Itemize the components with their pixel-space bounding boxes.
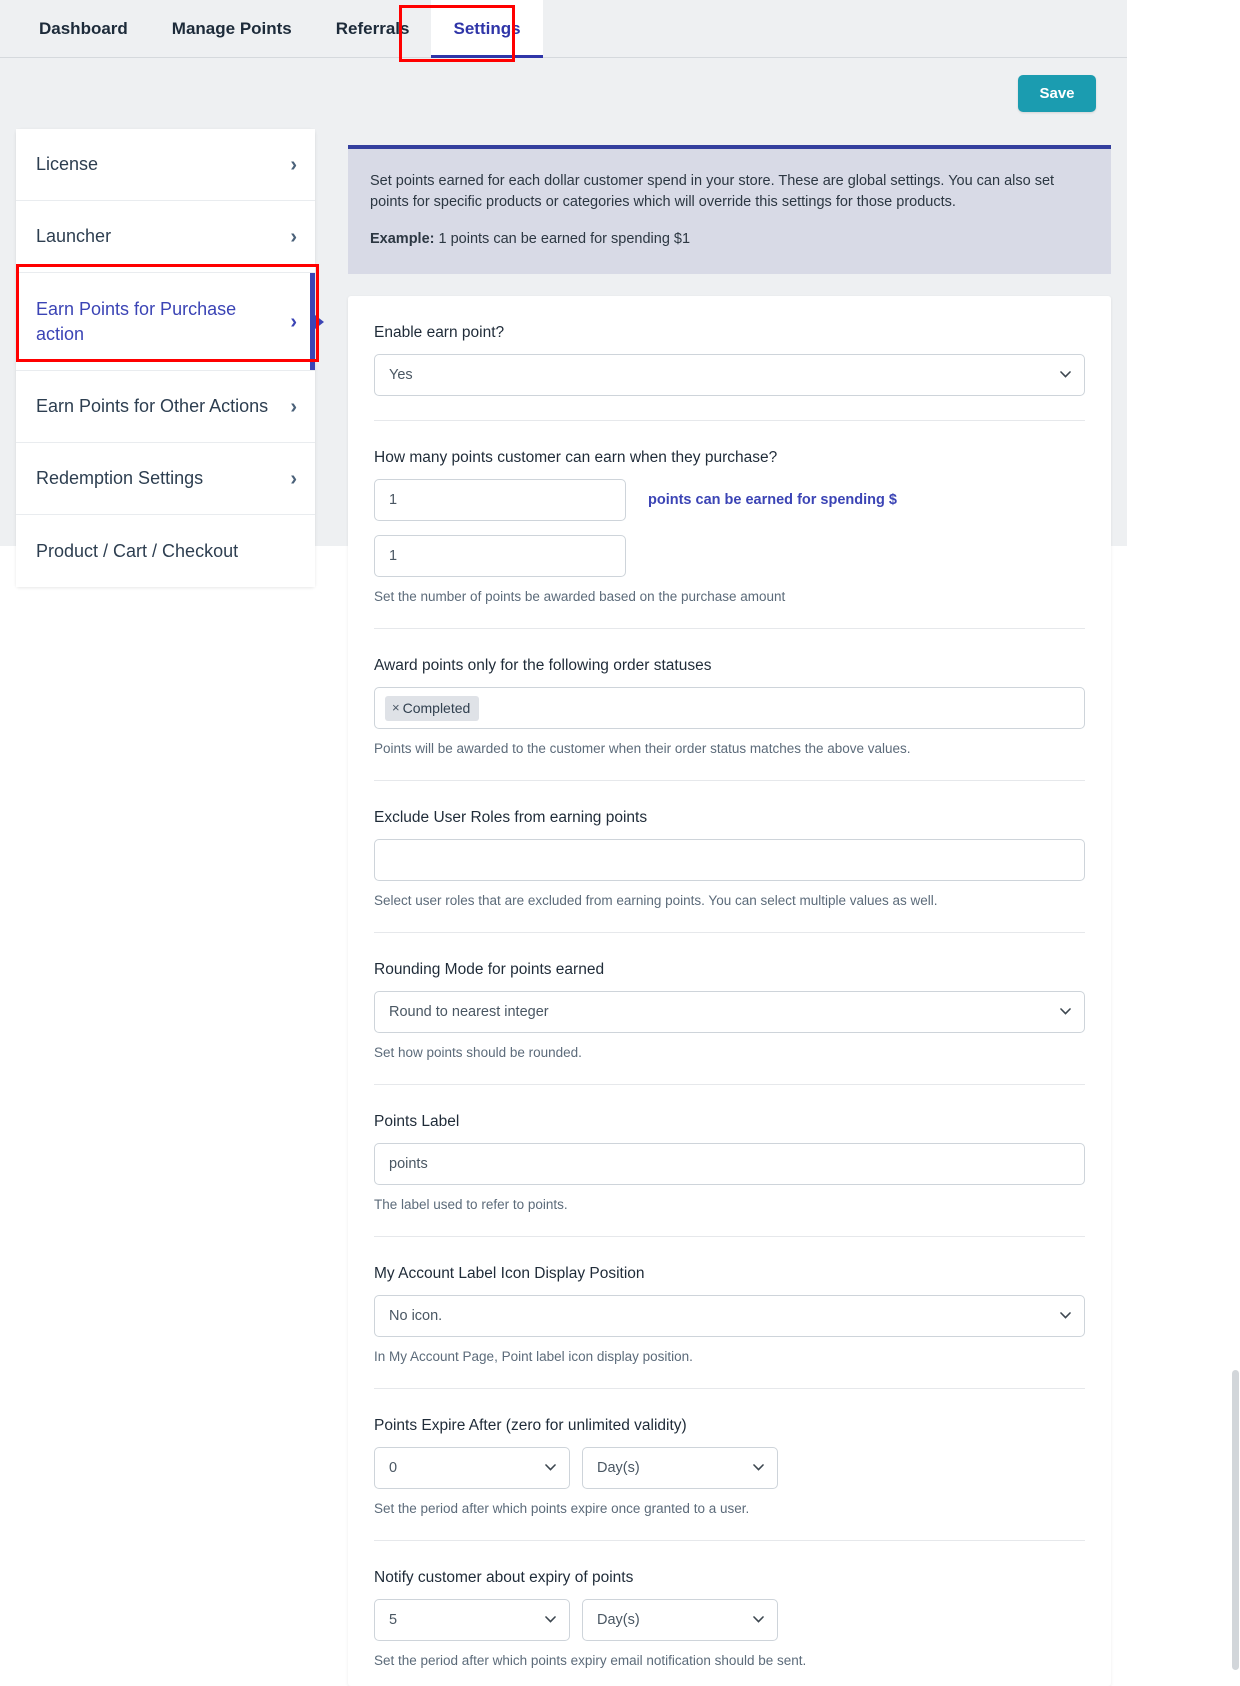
status-tag-completed[interactable]: × Completed xyxy=(385,696,479,721)
field-points-label: Points Label The label used to refer to … xyxy=(374,1085,1085,1237)
field-points-per-purchase-label: How many points customer can earn when t… xyxy=(374,449,1085,467)
points-per-spending-note: points can be earned for spending $ xyxy=(648,492,897,508)
field-icon-display-position: My Account Label Icon Display Position I… xyxy=(374,1237,1085,1389)
remove-tag-icon[interactable]: × xyxy=(392,700,400,715)
tab-referrals[interactable]: Referrals xyxy=(314,0,432,58)
enable-earn-point-select-wrap xyxy=(374,354,1085,396)
chevron-right-icon: › xyxy=(290,155,297,175)
points-per-purchase-row: points can be earned for spending $ xyxy=(374,479,1085,521)
rounding-mode-select-wrap xyxy=(374,991,1085,1033)
field-rounding-mode: Rounding Mode for points earned Set how … xyxy=(374,933,1085,1085)
enable-earn-point-select[interactable] xyxy=(374,354,1085,396)
field-icon-display-position-help: In My Account Page, Point label icon dis… xyxy=(374,1349,1085,1364)
sidebar-item-earn-points-other[interactable]: Earn Points for Other Actions › xyxy=(16,371,315,443)
field-points-per-purchase-help: Set the number of points be awarded base… xyxy=(374,589,1085,604)
notify-unit-select[interactable] xyxy=(582,1599,778,1641)
sidebar-item-launcher-label: Launcher xyxy=(36,224,121,248)
status-tag-completed-label: Completed xyxy=(403,700,471,716)
info-banner-example-label: Example: xyxy=(370,231,434,247)
field-points-expire-after-label: Points Expire After (zero for unlimited … xyxy=(374,1417,1085,1435)
field-notify-expiry-help: Set the period after which points expiry… xyxy=(374,1653,1085,1668)
notify-amount-select[interactable] xyxy=(374,1599,570,1641)
info-banner-example-text: 1 points can be earned for spending $1 xyxy=(439,231,691,247)
field-points-expire-after-help: Set the period after which points expire… xyxy=(374,1501,1085,1516)
field-enable-earn-point: Enable earn point? xyxy=(374,296,1085,421)
expire-amount-select[interactable] xyxy=(374,1447,570,1489)
field-order-statuses: Award points only for the following orde… xyxy=(374,629,1085,781)
field-notify-expiry: Notify customer about expiry of points xyxy=(374,1541,1085,1686)
save-button[interactable]: Save xyxy=(1018,75,1096,112)
field-points-per-purchase: How many points customer can earn when t… xyxy=(374,421,1085,629)
field-rounding-mode-label: Rounding Mode for points earned xyxy=(374,961,1085,979)
tab-settings-label: Settings xyxy=(453,19,520,38)
icon-display-position-select[interactable] xyxy=(374,1295,1085,1337)
expire-unit-select[interactable] xyxy=(582,1447,778,1489)
info-banner-example: Example: 1 points can be earned for spen… xyxy=(370,229,1085,250)
field-enable-earn-point-label: Enable earn point? xyxy=(374,324,1085,342)
rounding-mode-select[interactable] xyxy=(374,991,1085,1033)
page-scrollbar[interactable] xyxy=(1231,0,1240,1675)
top-tab-bar: Dashboard Manage Points Referrals Settin… xyxy=(0,0,1127,58)
expire-unit-select-wrap xyxy=(582,1447,778,1489)
tab-referrals-label: Referrals xyxy=(336,19,410,38)
page-right-gutter xyxy=(1127,0,1240,1675)
field-notify-expiry-label: Notify customer about expiry of points xyxy=(374,1569,1085,1587)
chevron-right-icon: › xyxy=(290,469,297,489)
field-points-expire-after: Points Expire After (zero for unlimited … xyxy=(374,1389,1085,1541)
sidebar-item-redemption-settings[interactable]: Redemption Settings › xyxy=(16,443,315,515)
sidebar-item-earn-points-other-label: Earn Points for Other Actions xyxy=(36,394,278,418)
info-banner: Set points earned for each dollar custom… xyxy=(348,145,1111,274)
settings-main-panel: Set points earned for each dollar custom… xyxy=(348,145,1111,1686)
tab-dashboard[interactable]: Dashboard xyxy=(0,0,150,58)
chevron-right-icon: › xyxy=(290,227,297,247)
field-exclude-user-roles: Exclude User Roles from earning points S… xyxy=(374,781,1085,933)
notify-expiry-row xyxy=(374,1599,1085,1641)
sidebar-item-product-cart-checkout[interactable]: Product / Cart / Checkout xyxy=(16,515,315,587)
points-label-input[interactable] xyxy=(374,1143,1085,1185)
sidebar-item-product-cart-checkout-label: Product / Cart / Checkout xyxy=(36,539,248,563)
exclude-user-roles-input[interactable] xyxy=(374,839,1085,881)
spending-amount-row xyxy=(374,535,1085,577)
expire-amount-select-wrap xyxy=(374,1447,570,1489)
settings-page: Dashboard Manage Points Referrals Settin… xyxy=(0,0,1240,1675)
save-row: Save xyxy=(0,58,1127,140)
field-icon-display-position-label: My Account Label Icon Display Position xyxy=(374,1265,1085,1283)
field-rounding-mode-help: Set how points should be rounded. xyxy=(374,1045,1085,1060)
tab-manage-points[interactable]: Manage Points xyxy=(150,0,314,58)
sidebar-item-earn-points-purchase-label: Earn Points for Purchase action xyxy=(36,297,261,346)
chevron-right-icon: › xyxy=(290,397,297,417)
info-banner-text: Set points earned for each dollar custom… xyxy=(370,171,1085,213)
field-exclude-user-roles-label: Exclude User Roles from earning points xyxy=(374,809,1085,827)
field-points-label-help: The label used to refer to points. xyxy=(374,1197,1085,1212)
tab-list: Dashboard Manage Points Referrals Settin… xyxy=(0,0,543,58)
sidebar-item-license-label: License xyxy=(36,152,108,176)
tab-dashboard-label: Dashboard xyxy=(39,19,128,38)
notify-amount-select-wrap xyxy=(374,1599,570,1641)
spending-amount-input[interactable] xyxy=(374,535,626,577)
chevron-right-icon: › xyxy=(290,312,297,332)
settings-form-card: Enable earn point? How many points custo… xyxy=(348,296,1111,1686)
notify-unit-select-wrap xyxy=(582,1599,778,1641)
sidebar-item-license[interactable]: License › xyxy=(16,129,315,201)
order-statuses-multiselect[interactable]: × Completed xyxy=(374,687,1085,729)
sidebar-item-earn-points-purchase[interactable]: Earn Points for Purchase action › xyxy=(16,273,315,371)
tab-manage-points-label: Manage Points xyxy=(172,19,292,38)
tab-settings[interactable]: Settings xyxy=(431,0,542,58)
field-points-label-label: Points Label xyxy=(374,1113,1085,1131)
points-expire-after-row xyxy=(374,1447,1085,1489)
points-earned-input[interactable] xyxy=(374,479,626,521)
page-scrollbar-thumb[interactable] xyxy=(1232,1370,1239,1670)
settings-sidebar: License › Launcher › Earn Points for Pur… xyxy=(16,129,315,587)
field-order-statuses-help: Points will be awarded to the customer w… xyxy=(374,741,1085,756)
icon-display-position-select-wrap xyxy=(374,1295,1085,1337)
field-exclude-user-roles-help: Select user roles that are excluded from… xyxy=(374,893,1085,908)
sidebar-item-launcher[interactable]: Launcher › xyxy=(16,201,315,273)
active-item-pointer-icon xyxy=(315,315,324,329)
field-order-statuses-label: Award points only for the following orde… xyxy=(374,657,1085,675)
sidebar-item-redemption-settings-label: Redemption Settings xyxy=(36,466,213,490)
